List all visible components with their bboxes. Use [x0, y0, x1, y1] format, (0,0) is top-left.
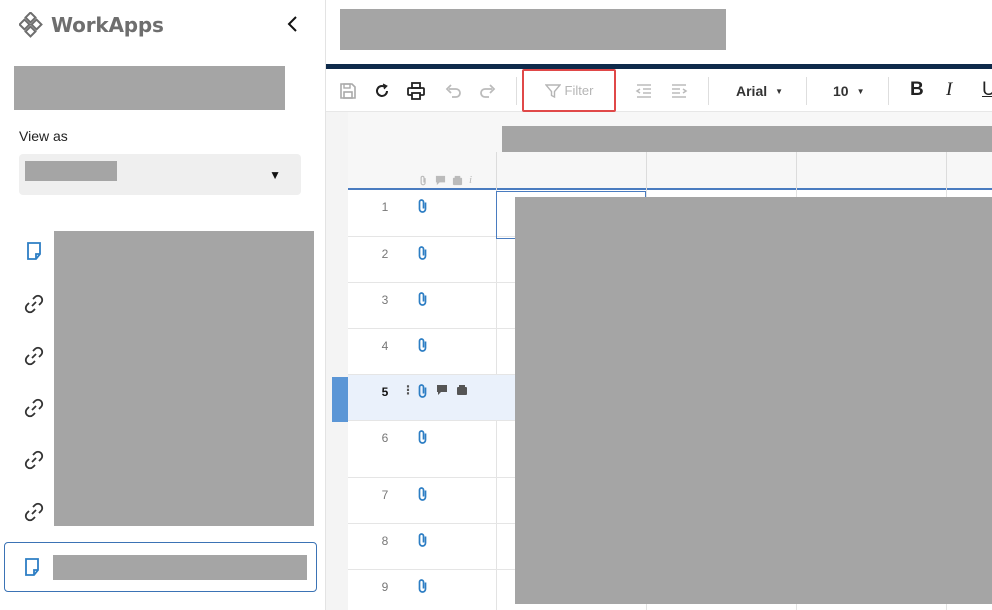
sheet-title-redacted [340, 9, 726, 50]
sidebar-item-link-1[interactable] [14, 284, 54, 324]
toolbar-divider [888, 77, 889, 105]
comment-icon [435, 175, 446, 185]
font-size-value: 10 [833, 83, 849, 99]
column-divider [796, 152, 797, 190]
sidebar-items-redacted [54, 231, 314, 526]
refresh-button[interactable] [372, 79, 392, 103]
print-icon [407, 82, 425, 100]
filter-label: Filter [564, 83, 594, 98]
view-as-select[interactable]: ▼ [19, 154, 301, 195]
underline-button[interactable]: U [982, 79, 992, 101]
sidebar-item-active-sheet[interactable] [4, 542, 317, 592]
link-icon [24, 450, 44, 470]
toolbar-divider [708, 77, 709, 105]
sidebar-item-link-5[interactable] [14, 492, 54, 532]
indent-button[interactable] [669, 79, 689, 103]
proof-icon [452, 175, 463, 185]
sheet-header [326, 0, 992, 64]
workspace-title-redacted [14, 66, 285, 110]
column-divider [496, 152, 497, 190]
row-menu-icon[interactable]: ⋮ [402, 383, 414, 397]
sidebar-item-link-2[interactable] [14, 336, 54, 376]
grid-cells-redacted [515, 197, 992, 604]
comment-icon[interactable] [436, 384, 448, 396]
active-sheet-name-redacted [53, 555, 307, 580]
toolbar-divider [806, 77, 807, 105]
sidebar: WorkApps View as ▼ [0, 0, 326, 610]
column-group-header-redacted [502, 126, 992, 152]
toolbar-divider [516, 77, 517, 105]
attachment-icon[interactable] [416, 337, 430, 353]
outdent-button[interactable] [634, 79, 654, 103]
proof-icon[interactable] [456, 384, 468, 396]
row-number: 7 [381, 488, 389, 502]
font-size-select[interactable]: 10 ▼ [833, 81, 865, 101]
row-number: 3 [381, 293, 389, 307]
filter-icon [544, 83, 561, 98]
redo-button[interactable] [478, 79, 498, 103]
app-logo[interactable]: WorkApps [19, 12, 164, 38]
save-icon [340, 83, 356, 99]
attachment-icon[interactable] [416, 383, 430, 399]
row-number: 5 [381, 385, 389, 399]
sidebar-item-link-3[interactable] [14, 388, 54, 428]
row-header-icons: i [418, 174, 472, 186]
attachment-icon[interactable] [416, 532, 430, 548]
form-icon [27, 242, 41, 260]
view-as-value-redacted [25, 161, 117, 181]
sidebar-item-link-4[interactable] [14, 440, 54, 480]
bold-button[interactable]: B [910, 79, 924, 101]
attachment-icon[interactable] [416, 245, 430, 261]
row-number: 8 [381, 534, 389, 548]
workapps-logo-icon [19, 12, 43, 38]
link-icon [24, 294, 44, 314]
toolbar: Filter Arial ▼ 10 ▼ B I U [326, 69, 992, 112]
undo-icon [445, 84, 461, 98]
refresh-icon [376, 83, 388, 97]
column-header-row: i [348, 112, 992, 190]
caret-down-icon: ▼ [269, 168, 281, 182]
column-divider [646, 152, 647, 190]
row-number: 1 [381, 200, 389, 214]
caret-down-icon: ▼ [856, 86, 865, 96]
row-number: 4 [381, 339, 389, 353]
attachment-icon[interactable] [416, 578, 430, 594]
indent-icon [672, 84, 688, 98]
undo-button[interactable] [443, 79, 463, 103]
info-icon: i [469, 174, 473, 186]
font-family-value: Arial [736, 83, 768, 99]
collapse-sidebar-button[interactable] [283, 12, 303, 36]
caret-down-icon: ▼ [775, 86, 784, 96]
row-number: 6 [381, 431, 389, 445]
redo-icon [480, 84, 496, 98]
view-as-label: View as [19, 128, 68, 144]
attachment-icon[interactable] [416, 291, 430, 307]
sidebar-item-form-1[interactable] [14, 231, 54, 271]
filter-button[interactable]: Filter [522, 69, 616, 112]
print-button[interactable] [406, 79, 426, 103]
column-divider [946, 152, 947, 190]
link-icon [24, 502, 44, 522]
outdent-icon [635, 84, 651, 98]
form-icon [25, 558, 39, 576]
logo-text: WorkApps [51, 13, 164, 37]
attachment-icon[interactable] [416, 429, 430, 445]
row-number: 9 [381, 580, 389, 594]
italic-button[interactable]: I [946, 79, 952, 101]
row-number: 2 [381, 247, 389, 261]
attachment-icon[interactable] [416, 486, 430, 502]
font-family-select[interactable]: Arial ▼ [736, 81, 783, 101]
attachment-icon [420, 175, 426, 185]
attachment-icon[interactable] [416, 198, 430, 214]
chevron-left-icon [287, 16, 297, 32]
link-icon [24, 398, 44, 418]
link-icon [24, 346, 44, 366]
save-button[interactable] [338, 79, 358, 103]
selected-row-indicator [332, 377, 348, 422]
